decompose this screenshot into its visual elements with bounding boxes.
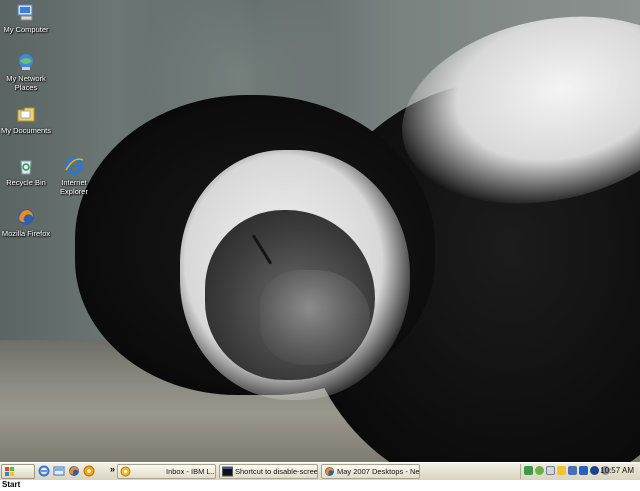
desktop-icon-label: Internet Explorer	[60, 178, 88, 196]
show-desktop-icon[interactable]	[53, 465, 65, 477]
task-button-inbox[interactable]: Inbox - IBM L...	[117, 464, 216, 479]
desktop-icon-label: Mozilla Firefox	[1, 229, 51, 238]
media-icon[interactable]	[83, 465, 95, 477]
desktop-icon-recycle-bin[interactable]: Recycle Bin	[0, 156, 52, 187]
task-button-label: Inbox - IBM L...	[166, 467, 216, 476]
system-tray: 10:57 AM	[520, 464, 639, 479]
lotus-notes-icon	[120, 466, 131, 477]
start-label: Start	[2, 480, 21, 489]
desktop-icon-my-network-places[interactable]: My Network Places	[0, 52, 52, 92]
task-button-label: Shortcut to disable-scree...	[235, 467, 318, 476]
desktop-icon-label: My Computer	[3, 25, 49, 34]
taskbar: Start » Inbox - IBM L... Shortcut to dis…	[0, 462, 640, 489]
recycle-bin-icon	[20, 160, 32, 175]
internet-explorer-icon[interactable]	[38, 465, 50, 477]
desktop-icon-my-computer[interactable]: My Computer	[0, 3, 52, 34]
wallpaper-monkey-nose	[260, 270, 370, 365]
start-button[interactable]: Start	[1, 464, 35, 489]
task-button-firefox[interactable]: May 2007 Desktops - Ne...	[321, 464, 420, 479]
display-icon[interactable]	[579, 466, 588, 475]
media-player-icon[interactable]	[590, 466, 599, 475]
network-places-icon	[19, 54, 33, 70]
desktop-icon-internet-explorer[interactable]: Internet Explorer	[48, 156, 100, 196]
task-button-label: May 2007 Desktops - Ne...	[337, 467, 420, 476]
desktop-icon-label: Recycle Bin	[6, 178, 46, 187]
security-icon[interactable]	[535, 466, 544, 475]
desktop-icon-label: My Documents	[0, 126, 51, 135]
quick-launch-overflow-chevron[interactable]: »	[110, 464, 115, 474]
my-computer-icon	[17, 4, 33, 21]
my-documents-icon	[17, 107, 35, 122]
firefox-icon	[325, 467, 334, 476]
internet-explorer-icon	[65, 157, 84, 175]
audio-icon[interactable]	[568, 466, 577, 475]
desktop-icon-label: My Network Places	[6, 74, 46, 92]
desktop-icon-mozilla-firefox[interactable]: Mozilla Firefox	[0, 207, 52, 238]
taskbar-clock[interactable]: 10:57 AM	[600, 464, 634, 478]
network-icon[interactable]	[524, 466, 533, 475]
desktop-icon-my-documents[interactable]: My Documents	[0, 104, 52, 135]
firefox-icon	[18, 209, 34, 225]
task-button-shortcut[interactable]: Shortcut to disable-scree...	[219, 464, 318, 479]
command-prompt-icon	[222, 466, 233, 477]
sync-icon[interactable]	[546, 466, 555, 475]
messenger-icon[interactable]	[557, 466, 566, 475]
firefox-icon[interactable]	[68, 465, 80, 477]
windows-logo-icon	[5, 467, 14, 476]
desktop-wallpaper	[0, 0, 640, 462]
